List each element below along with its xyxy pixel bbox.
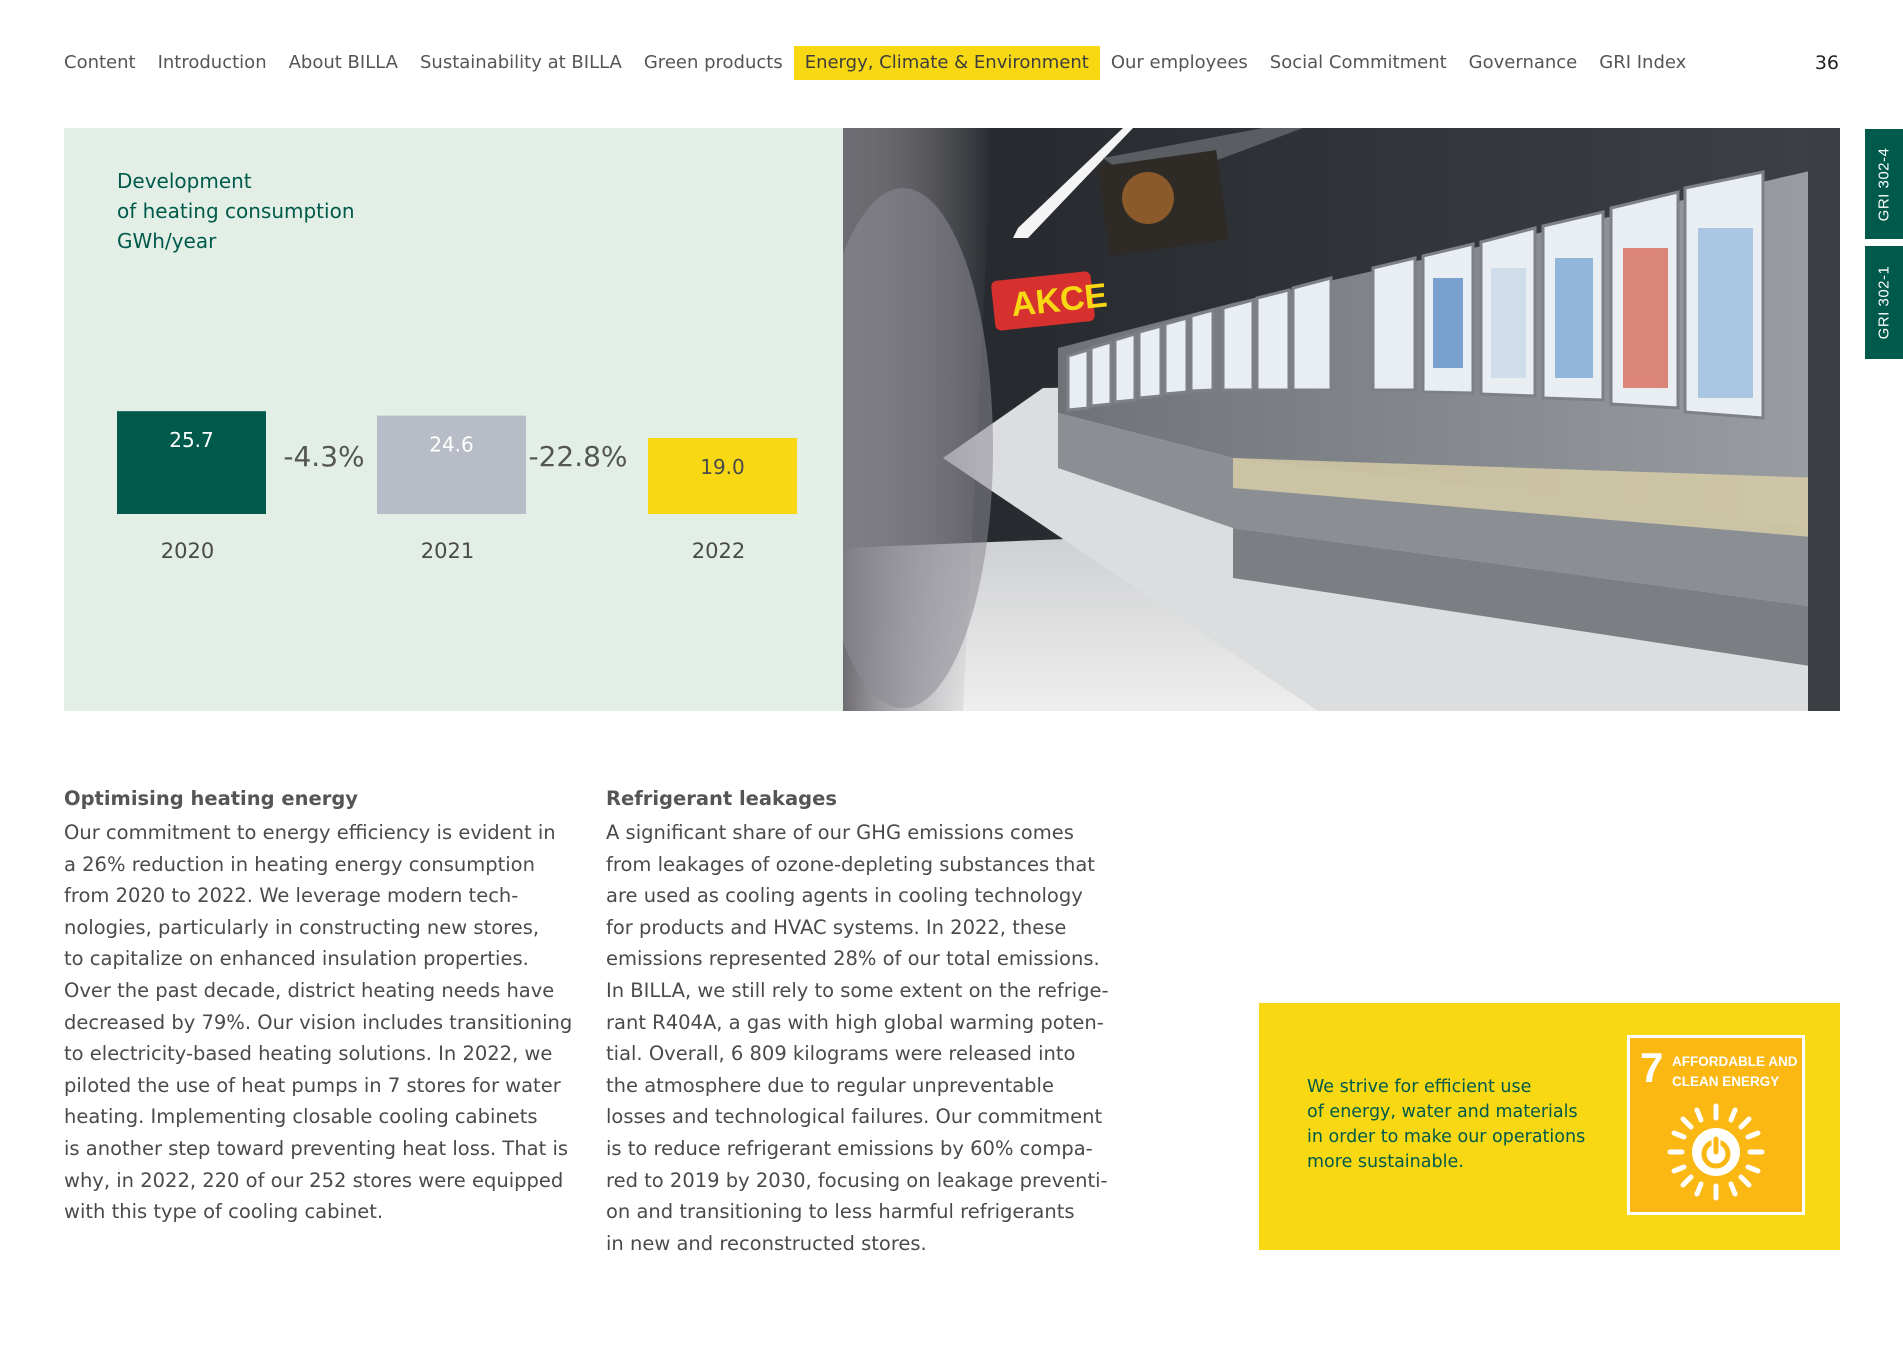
category-label: 2022 (692, 539, 745, 563)
sdg-statement-line: of energy, water and materials (1307, 1102, 1578, 1122)
paragraph-line: rant R404A, a gas with high global warmi… (606, 1010, 1104, 1034)
bar-value-label: 25.7 (169, 428, 214, 452)
bar-chart-svg: 25.7 2020 24.6 2021 19.0 2022 -4.3% -22.8% (117, 411, 797, 563)
sun-power-icon (1667, 1103, 1765, 1201)
nav-item-content[interactable]: Content (64, 46, 147, 80)
paragraph-line: decreased by 79%. Our vision includes tr… (64, 1010, 573, 1034)
paragraph-line: a 26% reduction in heating energy consum… (64, 852, 535, 876)
sdg-callout: We strive for efficient use of energy, w… (1259, 1003, 1840, 1250)
nav-item-about-billa[interactable]: About BILLA (278, 46, 409, 80)
paragraph-line: with this type of cooling cabinet. (64, 1200, 384, 1224)
category-label: 2021 (421, 539, 474, 563)
nav-item-gri-index[interactable]: GRI Index (1588, 46, 1697, 80)
heating-consumption-chart: Development of heating consumption GWh/y… (64, 128, 843, 711)
sdg-label-line: AFFORDABLE AND (1672, 1054, 1798, 1069)
gri-tab-label: GRI 302-4 (1875, 147, 1893, 221)
bar-2021 (377, 415, 526, 514)
paragraph-line: is to reduce refrigerant emissions by 60… (606, 1136, 1093, 1160)
paragraph-line: is another step toward preventing heat l… (64, 1136, 569, 1160)
sdg-number: 7 (1640, 1044, 1664, 1091)
paragraph-line: piloted the use of heat pumps in 7 store… (64, 1073, 561, 1097)
section-heading: Optimising heating energy (64, 787, 358, 810)
nav-item-sustainability[interactable]: Sustainability at BILLA (409, 46, 633, 80)
paragraph-line: nologies, particularly in constructing n… (64, 915, 540, 939)
category-label: 2020 (161, 539, 214, 563)
nav-item-introduction[interactable]: Introduction (147, 46, 278, 80)
nav-item-our-employees[interactable]: Our employees (1100, 46, 1259, 80)
section-refrigerant-leakages: Refrigerant leakages A significant share… (606, 786, 1126, 1259)
nav-item-energy-climate-environment[interactable]: Energy, Climate & Environment (793, 46, 1100, 80)
paragraph-line: to capitalize on enhanced insulation pro… (64, 947, 529, 971)
page-number: 36 (1814, 52, 1839, 74)
paragraph-line: the atmosphere due to regular unpreventa… (606, 1073, 1054, 1097)
gri-tab-302-4[interactable]: GRI 302-4 (1865, 129, 1903, 239)
paragraph-line: emissions represented 28% of our total e… (606, 947, 1100, 971)
sdg-statement-line: We strive for efficient use (1307, 1077, 1532, 1097)
paragraph-line: tial. Overall, 6 809 kilograms were rele… (606, 1042, 1076, 1066)
gri-tab-label: GRI 302-1 (1875, 265, 1893, 340)
sdg-statement-line: more sustainable. (1307, 1152, 1464, 1172)
store-freezer-photo: AKCE (843, 128, 1840, 711)
top-navigation: Content Introduction About BILLA Sustain… (64, 46, 1697, 80)
bar-value-label: 24.6 (429, 433, 474, 457)
nav-item-green-products[interactable]: Green products (633, 46, 794, 80)
paragraph-line: for products and HVAC systems. In 2022, … (606, 915, 1067, 939)
sdg-label-line: CLEAN ENERGY (1672, 1074, 1780, 1089)
bar-value-label: 19.0 (700, 455, 745, 479)
supermarket-aisle-image: AKCE (843, 128, 1840, 711)
paragraph-line: to electricity-based heating solutions. … (64, 1042, 553, 1066)
paragraph-line: on and transitioning to less harmful ref… (606, 1200, 1075, 1224)
paragraph-line: from leakages of ozone-depleting substan… (606, 852, 1095, 876)
bar-2020 (117, 411, 266, 514)
change-label: -4.3% (283, 440, 364, 473)
paragraph-line: Our commitment to energy efficiency is e… (64, 821, 556, 844)
paragraph-line: In BILLA, we still rely to some extent o… (606, 978, 1109, 1002)
paragraph-line: red to 2019 by 2030, focusing on leakage… (606, 1168, 1108, 1192)
sdg-statement-line: in order to make our operations (1307, 1127, 1586, 1147)
paragraph-line: losses and technological failures. Our c… (606, 1105, 1103, 1129)
section-optimising-heating-energy: Optimising heating energy Our commitment… (64, 786, 584, 1228)
nav-item-social-commitment[interactable]: Social Commitment (1259, 46, 1458, 80)
paragraph-line: A significant share of our GHG emissions… (606, 821, 1074, 844)
change-label: -22.8% (528, 440, 627, 473)
paragraph-line: heating. Implementing closable cooling c… (64, 1105, 538, 1129)
sdg-7-badge: 7 AFFORDABLE AND CLEAN ENERGY (1627, 1035, 1805, 1215)
sdg-label: AFFORDABLE AND CLEAN ENERGY (1672, 1052, 1798, 1092)
paragraph-line: Over the past decade, district heating n… (64, 978, 555, 1002)
section-heading: Refrigerant leakages (606, 787, 837, 810)
paragraph-line: from 2020 to 2022. We leverage modern te… (64, 884, 519, 908)
paragraph-line: why, in 2022, 220 of our 252 stores were… (64, 1168, 564, 1192)
gri-tab-302-1[interactable]: GRI 302-1 (1865, 246, 1903, 359)
paragraph-line: in new and reconstructed stores. (606, 1231, 927, 1255)
paragraph-line: are used as cooling agents in cooling te… (606, 884, 1083, 908)
nav-item-governance[interactable]: Governance (1458, 46, 1589, 80)
sdg-statement: We strive for efficient use of energy, w… (1307, 1075, 1585, 1175)
